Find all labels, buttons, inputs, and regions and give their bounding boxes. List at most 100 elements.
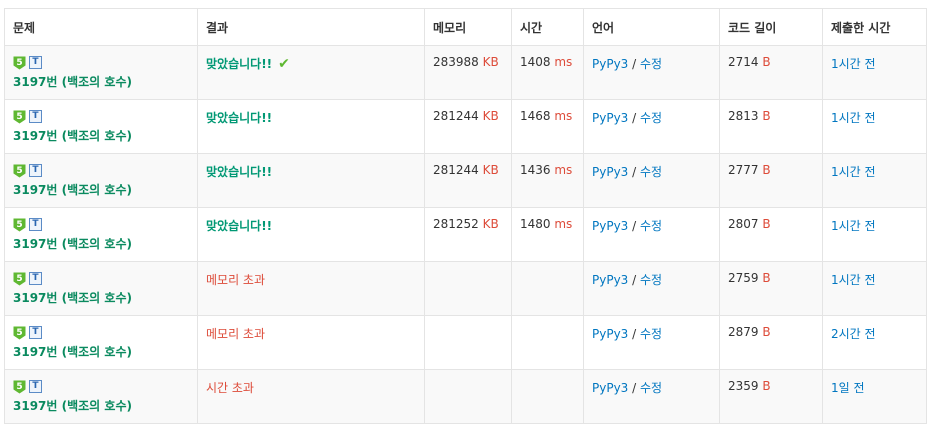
column-header-code-length: 코드 길이: [719, 8, 823, 46]
time-cell: 1480 ms: [511, 207, 584, 262]
tier-level: 5: [16, 220, 22, 230]
submitted-time-cell: 1시간 전: [822, 261, 927, 316]
tag-badge-icon[interactable]: T: [29, 110, 42, 123]
tier-badge-icon[interactable]: 5: [13, 164, 26, 178]
language-link[interactable]: PyPy3: [592, 165, 628, 179]
memory-cell: 283988 KB: [424, 45, 512, 100]
tier-badge-icon[interactable]: 5: [13, 56, 26, 70]
submitted-time-cell: 1시간 전: [822, 45, 927, 100]
submitted-time-link[interactable]: 1시간 전: [831, 57, 876, 71]
edit-link[interactable]: 수정: [640, 327, 662, 341]
edit-link[interactable]: 수정: [640, 381, 662, 395]
tier-badge-icon[interactable]: 5: [13, 380, 26, 394]
problem-title-link[interactable]: 3197번 (백조의 호수): [13, 127, 189, 144]
language-link[interactable]: PyPy3: [592, 273, 628, 287]
problem-badges: 5 T: [13, 163, 189, 178]
problem-title-link[interactable]: 3197번 (백조의 호수): [13, 397, 189, 414]
result-text[interactable]: 메모리 초과: [206, 273, 265, 287]
memory-unit: KB: [478, 163, 499, 177]
table-row: 5 T 3197번 (백조의 호수) 메모리 초과 PyPy3 / 수정 275…: [4, 261, 927, 316]
language-cell: PyPy3 / 수정: [583, 153, 720, 208]
tag-badge-icon[interactable]: T: [29, 56, 42, 69]
column-header-language: 언어: [583, 8, 720, 46]
table-body: 5 T 3197번 (백조의 호수) 맞았습니다!! ✔ 283988 KB 14…: [4, 45, 927, 424]
code-length-value: 2879: [728, 325, 759, 339]
language-separator: /: [628, 381, 640, 395]
code-length-unit: B: [758, 325, 771, 339]
time-unit: ms: [550, 55, 573, 69]
memory-value: 281244: [433, 163, 479, 177]
time-unit: ms: [550, 217, 573, 231]
result-text[interactable]: 맞았습니다!!: [206, 165, 272, 179]
submitted-time-link[interactable]: 1일 전: [831, 381, 865, 395]
result-text[interactable]: 맞았습니다!!: [206, 57, 272, 71]
code-length-cell: 2879 B: [719, 315, 823, 370]
result-cell: 시간 초과: [197, 369, 425, 424]
tier-badge-icon[interactable]: 5: [13, 272, 26, 286]
submitted-time-link[interactable]: 1시간 전: [831, 273, 876, 287]
edit-link[interactable]: 수정: [640, 219, 662, 233]
result-cell: 맞았습니다!!: [197, 99, 425, 154]
memory-value: 281252: [433, 217, 479, 231]
language-separator: /: [628, 111, 640, 125]
problem-cell: 5 T 3197번 (백조의 호수): [4, 207, 198, 262]
tag-badge-icon[interactable]: T: [29, 272, 42, 285]
time-cell: 1408 ms: [511, 45, 584, 100]
language-separator: /: [628, 165, 640, 179]
problem-cell: 5 T 3197번 (백조의 호수): [4, 369, 198, 424]
language-link[interactable]: PyPy3: [592, 327, 628, 341]
result-text[interactable]: 시간 초과: [206, 381, 254, 395]
edit-link[interactable]: 수정: [640, 57, 662, 71]
language-separator: /: [628, 327, 640, 341]
language-link[interactable]: PyPy3: [592, 219, 628, 233]
result-text[interactable]: 맞았습니다!!: [206, 111, 272, 125]
memory-unit: KB: [478, 217, 499, 231]
submitted-time-link[interactable]: 1시간 전: [831, 219, 876, 233]
tier-badge-icon[interactable]: 5: [13, 110, 26, 124]
tag-badge-icon[interactable]: T: [29, 380, 42, 393]
edit-link[interactable]: 수정: [640, 165, 662, 179]
language-separator: /: [628, 219, 640, 233]
tag-badge-icon[interactable]: T: [29, 218, 42, 231]
problem-title-link[interactable]: 3197번 (백조의 호수): [13, 181, 189, 198]
submitted-time-link[interactable]: 1시간 전: [831, 111, 876, 125]
tag-badge-icon[interactable]: T: [29, 326, 42, 339]
submitted-time-link[interactable]: 1시간 전: [831, 165, 876, 179]
table-row: 5 T 3197번 (백조의 호수) 시간 초과 PyPy3 / 수정 2359…: [4, 369, 927, 424]
language-cell: PyPy3 / 수정: [583, 369, 720, 424]
language-cell: PyPy3 / 수정: [583, 207, 720, 262]
column-header-memory: 메모리: [424, 8, 512, 46]
submitted-time-cell: 2시간 전: [822, 315, 927, 370]
tier-level: 5: [16, 274, 22, 284]
column-header-result: 결과: [197, 8, 425, 46]
language-link[interactable]: PyPy3: [592, 111, 628, 125]
code-length-unit: B: [758, 163, 771, 177]
submitted-time-cell: 1일 전: [822, 369, 927, 424]
problem-title-link[interactable]: 3197번 (백조의 호수): [13, 289, 189, 306]
table-row: 5 T 3197번 (백조의 호수) 맞았습니다!! 281252 KB 148…: [4, 207, 927, 262]
tag-badge-icon[interactable]: T: [29, 164, 42, 177]
result-text[interactable]: 맞았습니다!!: [206, 219, 272, 233]
problem-title-link[interactable]: 3197번 (백조의 호수): [13, 73, 189, 90]
result-text[interactable]: 메모리 초과: [206, 327, 265, 341]
problem-title-link[interactable]: 3197번 (백조의 호수): [13, 343, 189, 360]
time-value: 1468: [520, 109, 551, 123]
table-header: 문제 결과 메모리 시간 언어 코드 길이 제출한 시간: [4, 8, 927, 46]
edit-link[interactable]: 수정: [640, 273, 662, 287]
tier-level: 5: [16, 58, 22, 68]
submitted-time-cell: 1시간 전: [822, 207, 927, 262]
column-header-problem: 문제: [4, 8, 198, 46]
language-link[interactable]: PyPy3: [592, 381, 628, 395]
language-link[interactable]: PyPy3: [592, 57, 628, 71]
code-length-cell: 2777 B: [719, 153, 823, 208]
code-length-value: 2777: [728, 163, 759, 177]
language-separator: /: [628, 57, 640, 71]
edit-link[interactable]: 수정: [640, 111, 662, 125]
result-cell: 맞았습니다!!: [197, 207, 425, 262]
tier-badge-icon[interactable]: 5: [13, 326, 26, 340]
language-cell: PyPy3 / 수정: [583, 315, 720, 370]
memory-cell: [424, 261, 512, 316]
problem-title-link[interactable]: 3197번 (백조의 호수): [13, 235, 189, 252]
submitted-time-link[interactable]: 2시간 전: [831, 327, 876, 341]
tier-badge-icon[interactable]: 5: [13, 218, 26, 232]
